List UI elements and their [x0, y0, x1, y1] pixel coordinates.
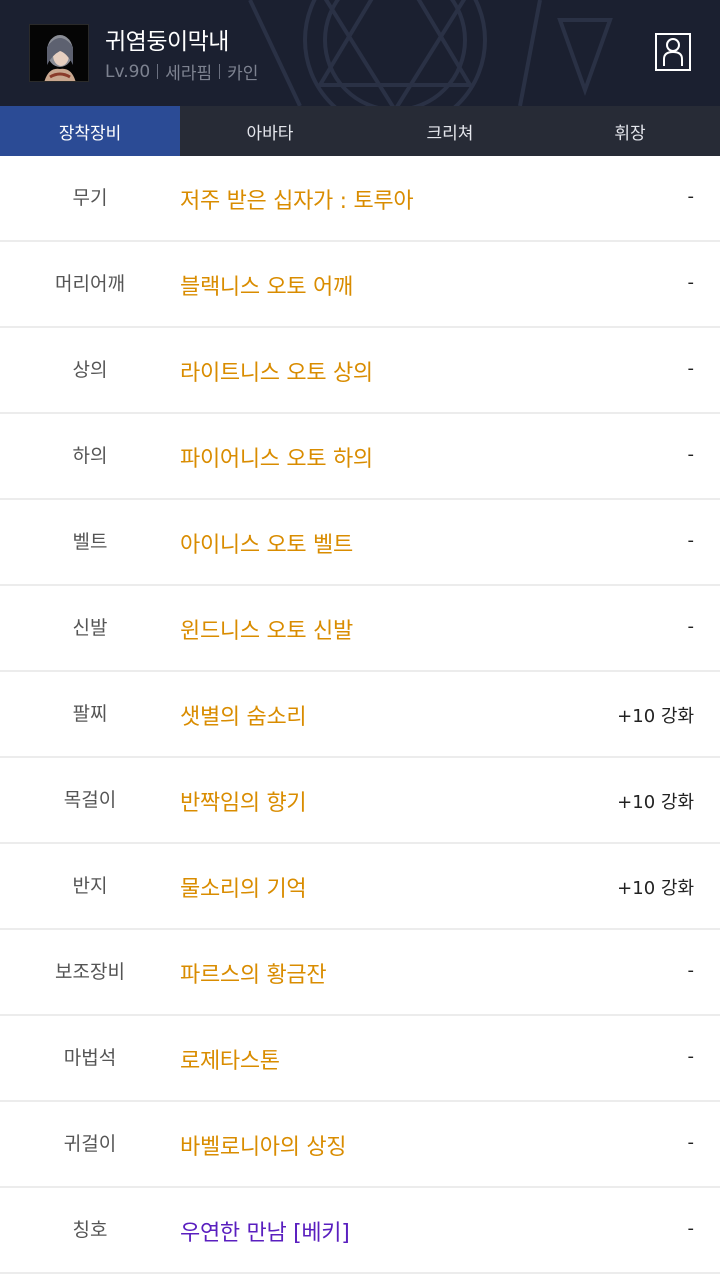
- tab-bar: 장착장비 아바타 크리쳐 휘장: [0, 106, 720, 156]
- equipment-row[interactable]: 신발 윈드니스 오토 신발 -: [0, 586, 720, 672]
- equipment-enhance-level: -: [687, 530, 695, 551]
- character-info: Lv.90 세라핌 카인: [105, 59, 259, 85]
- equipment-item-name[interactable]: 저주 받은 십자가 : 토루아: [180, 183, 414, 215]
- equipment-row[interactable]: 벨트 아이니스 오토 벨트 -: [0, 500, 720, 586]
- equipment-row[interactable]: 보조장비 파르스의 황금잔 -: [0, 930, 720, 1016]
- equipment-enhance-level: -: [687, 960, 695, 981]
- person-icon: [663, 38, 683, 66]
- equipment-slot-label: 벨트: [72, 531, 108, 553]
- character-level: Lv.90: [105, 61, 151, 82]
- equipment-item-name[interactable]: 블랙니스 오토 어깨: [180, 269, 353, 301]
- profile-button[interactable]: [655, 33, 691, 71]
- equipment-enhance-level: -: [687, 1218, 695, 1239]
- equipment-enhance-level: -: [687, 444, 695, 465]
- equipment-item-name[interactable]: 바벨로니아의 상징: [180, 1129, 347, 1161]
- equipment-item-name[interactable]: 물소리의 기억: [180, 871, 307, 903]
- equipment-row[interactable]: 반지 물소리의 기억 +10 강화: [0, 844, 720, 930]
- character-name: 귀염둥이막내: [105, 29, 229, 55]
- equipment-row[interactable]: 상의 라이트니스 오토 상의 -: [0, 328, 720, 414]
- avatar: [29, 24, 89, 82]
- equipment-list: 무기 저주 받은 십자가 : 토루아 - 머리어깨 블랙니스 오토 어깨 - 상의 라이트니스…: [0, 156, 720, 1274]
- equipment-slot-label: 팔찌: [72, 703, 108, 725]
- equipment-slot-label: 상의: [72, 359, 108, 381]
- equipment-item-name[interactable]: 우연한 만남 [베키]: [180, 1215, 350, 1247]
- equipment-enhance-level: -: [687, 1046, 695, 1067]
- equipment-item-name[interactable]: 라이트니스 오토 상의: [180, 355, 373, 387]
- tab-insignia[interactable]: 휘장: [540, 106, 720, 156]
- equipment-row[interactable]: 팔찌 샛별의 숨소리 +10 강화: [0, 672, 720, 758]
- equipment-slot-label: 머리어깨: [55, 273, 125, 295]
- character-server: 카인: [227, 64, 259, 84]
- equipment-row[interactable]: 마법석 로제타스톤 -: [0, 1016, 720, 1102]
- equipment-slot-label: 마법석: [63, 1047, 117, 1069]
- equipment-enhance-level: +10 강화: [617, 878, 694, 899]
- equipment-row[interactable]: 머리어깨 블랙니스 오토 어깨 -: [0, 242, 720, 328]
- info-divider: [157, 64, 159, 79]
- equipment-row[interactable]: 목걸이 반짝임의 향기 +10 강화: [0, 758, 720, 844]
- equipment-row[interactable]: 귀걸이 바벨로니아의 상징 -: [0, 1102, 720, 1188]
- equipment-slot-label: 반지: [72, 875, 108, 897]
- equipment-enhance-level: +10 강화: [617, 792, 694, 813]
- equipment-item-name[interactable]: 파이어니스 오토 하의: [180, 441, 373, 473]
- equipment-slot-label: 보조장비: [55, 961, 125, 983]
- equipment-enhance-level: -: [687, 616, 695, 637]
- equipment-enhance-level: +10 강화: [617, 706, 694, 727]
- equipment-slot-label: 신발: [72, 617, 108, 639]
- character-class: 세라핌: [165, 64, 213, 84]
- equipment-slot-label: 귀걸이: [63, 1133, 117, 1155]
- equipment-enhance-level: -: [687, 186, 695, 207]
- tab-equipped[interactable]: 장착장비: [0, 106, 180, 156]
- equipment-item-name[interactable]: 윈드니스 오토 신발: [180, 613, 353, 645]
- character-header: 귀염둥이막내 Lv.90 세라핌 카인: [0, 0, 720, 106]
- equipment-enhance-level: -: [687, 358, 695, 379]
- info-divider: [219, 64, 221, 79]
- equipment-row[interactable]: 칭호 우연한 만남 [베키] -: [0, 1188, 720, 1274]
- equipment-item-name[interactable]: 반짝임의 향기: [180, 785, 307, 817]
- equipment-slot-label: 무기: [72, 187, 108, 209]
- equipment-enhance-level: -: [687, 272, 695, 293]
- equipment-item-name[interactable]: 샛별의 숨소리: [180, 699, 307, 731]
- equipment-item-name[interactable]: 로제타스톤: [180, 1043, 280, 1075]
- equipment-item-name[interactable]: 파르스의 황금잔: [180, 957, 327, 989]
- tab-avatar[interactable]: 아바타: [180, 106, 360, 156]
- equipment-item-name[interactable]: 아이니스 오토 벨트: [180, 527, 353, 559]
- equipment-slot-label: 하의: [72, 445, 108, 467]
- equipment-slot-label: 목걸이: [63, 789, 117, 811]
- equipment-row[interactable]: 하의 파이어니스 오토 하의 -: [0, 414, 720, 500]
- equipment-slot-label: 칭호: [72, 1219, 108, 1241]
- equipment-enhance-level: -: [687, 1132, 695, 1153]
- equipment-row[interactable]: 무기 저주 받은 십자가 : 토루아 -: [0, 156, 720, 242]
- tab-creature[interactable]: 크리쳐: [360, 106, 540, 156]
